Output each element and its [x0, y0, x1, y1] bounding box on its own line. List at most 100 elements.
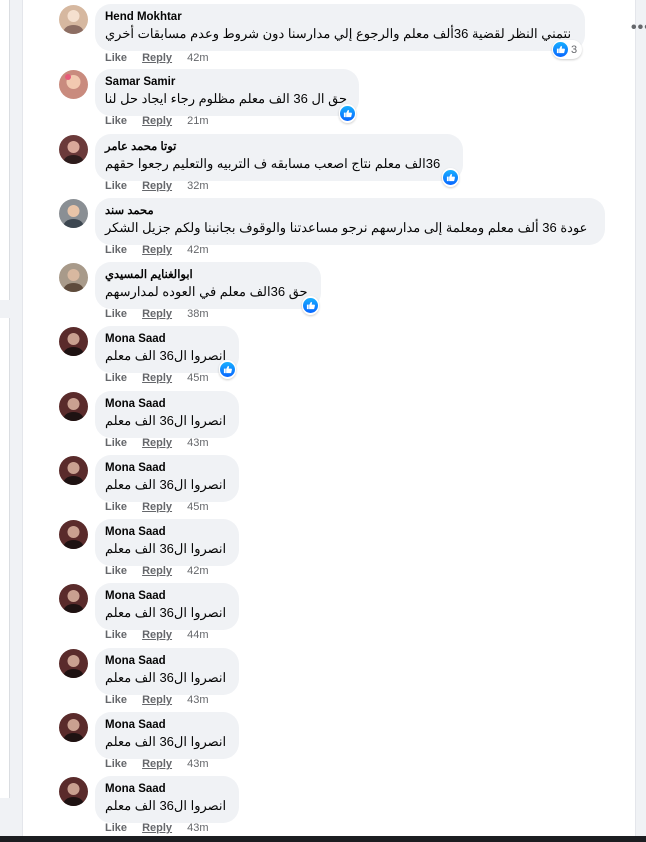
avatar[interactable] [59, 70, 88, 99]
avatar[interactable] [59, 713, 88, 742]
like-button[interactable]: Like [105, 180, 127, 192]
comment-time[interactable]: 32m [187, 180, 208, 192]
avatar[interactable] [59, 520, 88, 549]
like-button[interactable]: Like [105, 565, 127, 577]
like-reaction-icon [303, 298, 318, 313]
avatar-icon [63, 783, 84, 806]
comment-author[interactable]: Hend Mokhtar [105, 10, 573, 24]
comment-author[interactable]: Mona Saad [105, 589, 227, 603]
reaction-summary[interactable] [219, 360, 236, 379]
comment-text: انصروا ال36 الف معلم [105, 670, 227, 685]
like-button[interactable]: Like [105, 372, 127, 384]
comment-author[interactable]: Mona Saad [105, 461, 227, 475]
comment-author[interactable]: Mona Saad [105, 397, 227, 411]
avatar[interactable] [59, 5, 88, 34]
avatar[interactable] [59, 263, 88, 292]
comment-text: انصروا ال36 الف معلم [105, 348, 227, 363]
reply-button[interactable]: Reply [142, 52, 172, 64]
comment-author[interactable]: Mona Saad [105, 782, 227, 796]
reaction-summary[interactable]: 3 [552, 40, 583, 59]
comment-time[interactable]: 42m [187, 565, 208, 577]
avatar[interactable] [59, 135, 88, 164]
comment-actions: Like Reply 42m [105, 243, 221, 257]
comment-author[interactable]: محمد سند [105, 204, 593, 218]
left-rail-segment [0, 318, 10, 798]
like-button[interactable]: Like [105, 822, 127, 834]
like-button[interactable]: Like [105, 629, 127, 641]
comment-bubble: ابوالغنايم المسيدي حق 36الف معلم في العو… [95, 262, 321, 309]
like-button[interactable]: Like [105, 758, 127, 770]
comment-time[interactable]: 42m [187, 52, 208, 64]
avatar-icon [63, 141, 84, 164]
reply-button[interactable]: Reply [142, 372, 172, 384]
comment-author[interactable]: Mona Saad [105, 654, 227, 668]
comment-bubble: Mona Saad انصروا ال36 الف معلم [95, 455, 239, 502]
avatar-icon [63, 269, 84, 292]
avatar-icon [65, 74, 81, 89]
comment-time[interactable]: 43m [187, 694, 208, 706]
comment-text: انصروا ال36 الف معلم [105, 605, 227, 620]
reply-button[interactable]: Reply [142, 244, 172, 256]
comment-author[interactable]: Mona Saad [105, 525, 227, 539]
reply-button[interactable]: Reply [142, 565, 172, 577]
reply-button[interactable]: Reply [142, 822, 172, 834]
comment-text: عودة 36 ألف معلم ومعلمة إلى مدارسهم نرجو… [105, 220, 588, 235]
reply-button[interactable]: Reply [142, 758, 172, 770]
comment-author[interactable]: Mona Saad [105, 718, 227, 732]
reply-button[interactable]: Reply [142, 501, 172, 513]
like-reaction-icon [443, 170, 458, 185]
like-button[interactable]: Like [105, 437, 127, 449]
comment-actions: Like Reply 43m [105, 693, 221, 707]
avatar-icon [63, 719, 84, 742]
reply-button[interactable]: Reply [142, 694, 172, 706]
comment-bubble: Mona Saad انصروا ال36 الف معلم [95, 391, 239, 438]
reply-button[interactable]: Reply [142, 629, 172, 641]
reply-button[interactable]: Reply [142, 115, 172, 127]
reaction-summary[interactable] [442, 168, 459, 187]
comment-bubble: Mona Saad انصروا ال36 الف معلم [95, 326, 239, 373]
like-button[interactable]: Like [105, 694, 127, 706]
left-rail [0, 0, 10, 842]
comment-bubble: محمد سند عودة 36 ألف معلم ومعلمة إلى مدا… [95, 198, 605, 245]
reaction-summary[interactable] [302, 296, 319, 315]
reply-button[interactable]: Reply [142, 437, 172, 449]
like-button[interactable]: Like [105, 501, 127, 513]
avatar[interactable] [59, 777, 88, 806]
avatar[interactable] [59, 199, 88, 228]
avatar[interactable] [59, 392, 88, 421]
like-button[interactable]: Like [105, 52, 127, 64]
comment-actions: Like Reply 43m [105, 757, 221, 771]
comment-time[interactable]: 38m [187, 308, 208, 320]
like-button[interactable]: Like [105, 308, 127, 320]
like-button[interactable]: Like [105, 115, 127, 127]
comment-time[interactable]: 45m [187, 501, 208, 513]
comment-time[interactable]: 45m [187, 372, 208, 384]
like-reaction-icon [553, 42, 568, 57]
comment-author[interactable]: Samar Samir [105, 75, 347, 89]
reply-button[interactable]: Reply [142, 180, 172, 192]
comment-author[interactable]: Mona Saad [105, 332, 227, 346]
comment-time[interactable]: 44m [187, 629, 208, 641]
avatar-icon [63, 655, 84, 678]
reaction-count: 3 [571, 43, 578, 56]
avatar[interactable] [59, 456, 88, 485]
comment-author[interactable]: توتا محمد عامر [105, 140, 451, 154]
comment-actions: Like Reply 21m [105, 114, 221, 128]
comment-time[interactable]: 42m [187, 244, 208, 256]
comment-time[interactable]: 43m [187, 758, 208, 770]
more-options-icon[interactable]: ••• [631, 19, 646, 37]
reply-button[interactable]: Reply [142, 308, 172, 320]
like-button[interactable]: Like [105, 244, 127, 256]
comment-text: 36الف معلم نتاج اصعب مسابقه ف التربيه وا… [105, 156, 441, 171]
avatar[interactable] [59, 584, 88, 613]
comment-time[interactable]: 21m [187, 115, 208, 127]
avatar[interactable] [59, 649, 88, 678]
comment-time[interactable]: 43m [187, 437, 208, 449]
comment-author[interactable]: ابوالغنايم المسيدي [105, 268, 309, 282]
avatar[interactable] [59, 327, 88, 356]
comment-actions: Like Reply 42m [105, 51, 221, 65]
reaction-summary[interactable] [339, 104, 356, 123]
comment-actions: Like Reply 43m [105, 821, 221, 835]
comment-bubble: Mona Saad انصروا ال36 الف معلم [95, 648, 239, 695]
comment-time[interactable]: 43m [187, 822, 208, 834]
